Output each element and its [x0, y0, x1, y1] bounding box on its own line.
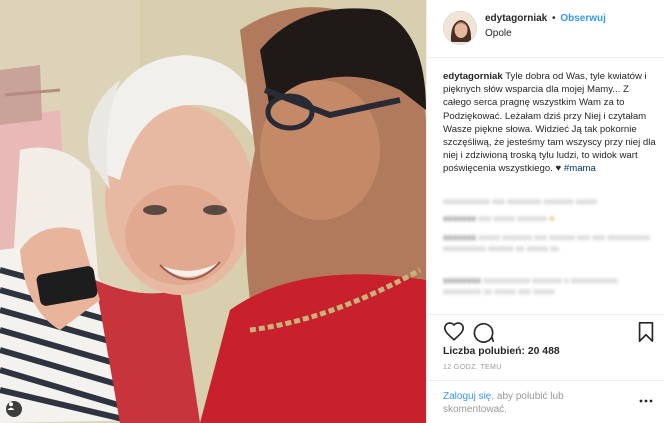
login-link[interactable]: Zaloguj się — [443, 391, 491, 402]
post-sidebar: edytagorniak • Obserwuj Opole edytagorni… — [426, 0, 664, 423]
post-photo[interactable] — [0, 0, 426, 423]
location-link[interactable]: Opole — [485, 28, 512, 39]
caption-username[interactable]: edytagorniak — [443, 71, 503, 82]
caption-text: Tyle dobra od Was, tyle kwiatów i piękny… — [443, 71, 656, 175]
likes-number: 20 488 — [527, 346, 560, 357]
blurred-comment: xxxxxxxx xxxxxxxxxxx xxxxxxx x xxxxxxxxx… — [443, 275, 618, 296]
comment-icon[interactable] — [473, 321, 495, 343]
post-footer: Zaloguj się, aby polubić lub skomentować… — [427, 380, 664, 423]
bookmark-icon[interactable] — [635, 321, 657, 343]
avatar[interactable] — [443, 11, 477, 45]
follow-button[interactable]: Obserwuj — [560, 13, 606, 24]
photo-illustration — [0, 0, 426, 423]
blurred-comment: xxxxxxx xxxxx xxxxxxx xxx xxxxxx xxx xxx… — [443, 232, 650, 253]
login-prompt: Zaloguj się, aby polubić lub skomentować… — [443, 390, 628, 416]
likes-label: Liczba polubień: — [443, 346, 528, 357]
instagram-post: edytagorniak • Obserwuj Opole edytagorni… — [0, 0, 664, 423]
likes-count[interactable]: Liczba polubień: 20 488 — [443, 346, 560, 357]
heart-icon[interactable] — [443, 321, 465, 343]
header-user-line: edytagorniak • Obserwuj — [485, 13, 606, 24]
blurred-comment: xxxxxxx xxx xxxxx xxxxxxx ● — [443, 213, 555, 223]
tag-people-icon[interactable] — [6, 401, 22, 417]
timestamp[interactable]: 12 GODZ. TEMU — [443, 364, 502, 371]
username-link[interactable]: edytagorniak — [485, 13, 547, 24]
separator-dot: • — [552, 13, 556, 24]
blurred-comment: xxxxxxxxxxx xxx xxxxxxxx xxxxxxx xxxxx — [443, 196, 597, 206]
hashtag-link[interactable]: #mama — [564, 163, 596, 174]
post-header: edytagorniak • Obserwuj Opole — [427, 0, 664, 58]
ellipsis-icon[interactable] — [639, 393, 653, 403]
post-caption: edytagorniak Tyle dobra od Was, tyle kwi… — [443, 70, 657, 176]
